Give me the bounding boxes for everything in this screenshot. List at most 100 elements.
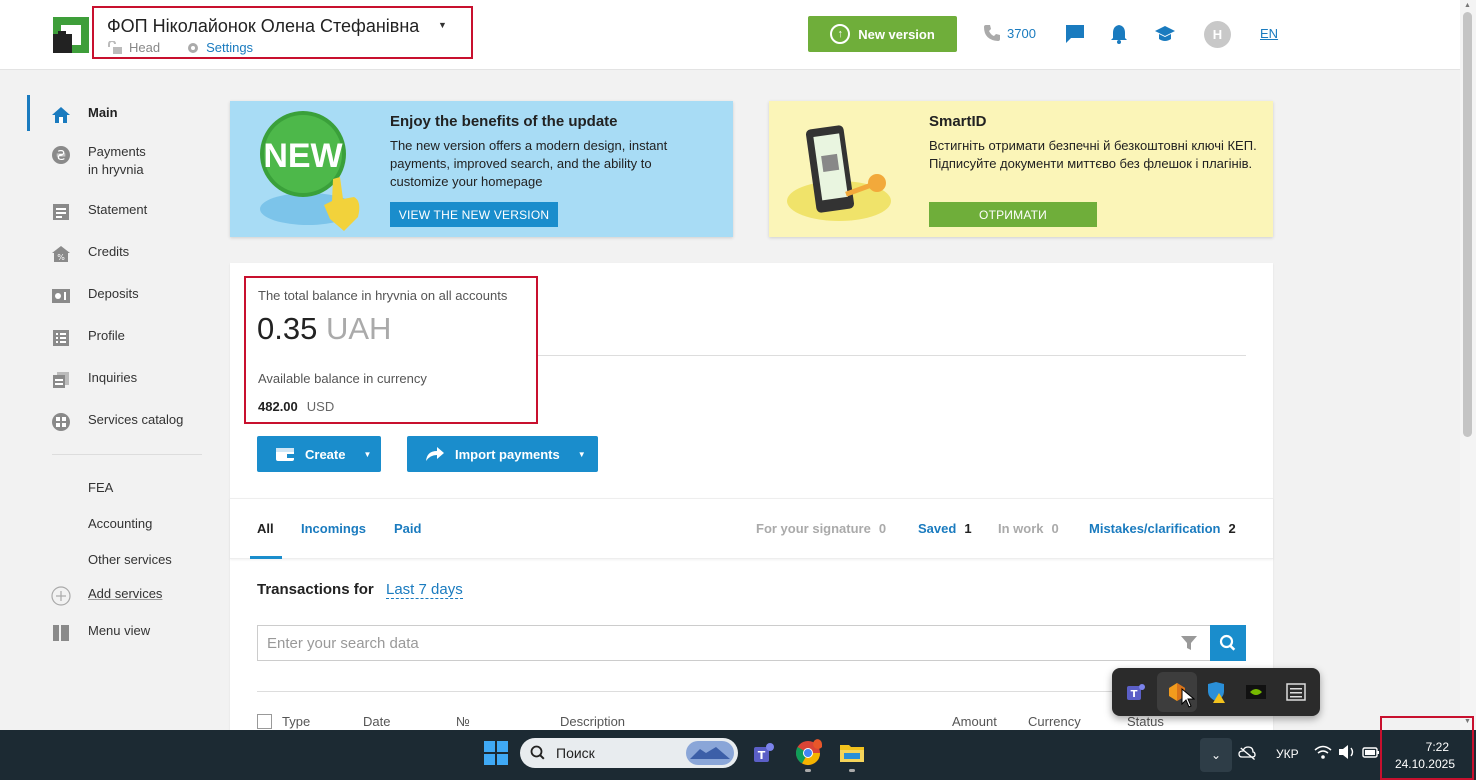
create-button[interactable]: Create ▼: [257, 436, 381, 472]
svg-text:%: %: [57, 253, 65, 262]
new-version-button[interactable]: ↑ New version: [808, 16, 957, 52]
user-role: Head: [129, 40, 161, 55]
filter-icon[interactable]: [1180, 634, 1198, 652]
hryvnia-icon: ₴: [51, 145, 71, 165]
sidebar-item-payments[interactable]: ₴ Payments in hryvnia: [27, 144, 146, 179]
sidebar-item-statement[interactable]: Statement: [27, 202, 147, 222]
available-balance-label: Available balance in currency: [258, 371, 427, 386]
statement-icon: [51, 202, 71, 222]
status-tab-for-signature[interactable]: For your signature 0: [756, 521, 886, 536]
add-services-button[interactable]: Add services: [27, 586, 162, 606]
company-selector[interactable]: ФОП Ніколайонок Олена Стефанівна ▼ Head …: [92, 6, 473, 59]
input-language-indicator[interactable]: УКР: [1276, 747, 1299, 761]
language-switch[interactable]: EN: [1260, 26, 1278, 41]
sidebar-item-inquiries[interactable]: Inquiries: [27, 370, 137, 390]
accounts-panel: The total balance in hryvnia on all acco…: [230, 263, 1273, 733]
sidebar-item-deposits[interactable]: Deposits: [27, 286, 139, 306]
menu-view-label: Menu view: [88, 623, 151, 638]
column-header-currency[interactable]: Currency: [1028, 714, 1081, 729]
search-button[interactable]: [1210, 625, 1246, 661]
sidebar-item-accounting[interactable]: Accounting: [88, 516, 152, 531]
table-divider: [257, 691, 1245, 692]
tab-paid[interactable]: Paid: [394, 521, 421, 536]
balance-summary: The total balance in hryvnia on all acco…: [244, 276, 538, 424]
svg-text:₴: ₴: [56, 149, 66, 164]
caret-down-icon[interactable]: ▼: [438, 20, 447, 30]
company-name[interactable]: ФОП Ніколайонок Олена Стефанівна: [107, 16, 419, 37]
status-tab-saved[interactable]: Saved 1: [918, 521, 972, 536]
teams-taskbar-icon[interactable]: T: [750, 739, 778, 767]
sidebar-item-profile[interactable]: Profile: [27, 328, 125, 348]
battery-icon[interactable]: [1362, 744, 1380, 760]
search-icon: [1219, 634, 1236, 651]
windows-start-icon[interactable]: [484, 741, 508, 765]
status-tab-mistakes[interactable]: Mistakes/clarification 2: [1089, 521, 1236, 536]
profile-icon: [51, 328, 71, 348]
column-header-amount[interactable]: Amount: [952, 714, 997, 729]
tab-all[interactable]: All: [257, 521, 274, 536]
import-payments-button[interactable]: Import payments ▼: [407, 436, 598, 472]
promo-new-version-card[interactable]: NEW Enjoy the benefits of the update The…: [230, 101, 733, 237]
show-hidden-icons-button[interactable]: ⌄: [1200, 738, 1232, 772]
menu-view-icon: [51, 623, 71, 643]
taskbar-search[interactable]: Поиск: [520, 738, 738, 768]
sidebar-item-label: Services catalog: [88, 412, 184, 427]
mouse-cursor-icon: [1181, 688, 1195, 708]
running-indicator: [849, 769, 855, 772]
keyboard-tray-icon[interactable]: [1284, 680, 1308, 704]
volume-icon[interactable]: [1338, 744, 1356, 760]
get-smartid-button[interactable]: ОТРИМАТИ: [929, 202, 1097, 227]
company-subline: Head Settings: [107, 40, 253, 55]
column-header-type[interactable]: Type: [282, 714, 310, 729]
select-all-checkbox[interactable]: [257, 714, 272, 729]
status-tab-in-work[interactable]: In work 0: [998, 521, 1059, 536]
menu-view-button[interactable]: Menu view: [27, 623, 150, 643]
active-tab-underline: [250, 556, 282, 559]
sidebar-divider: [52, 454, 202, 455]
scroll-up-arrow-icon[interactable]: ▲: [1464, 2, 1471, 9]
chrome-taskbar-icon[interactable]: [794, 739, 822, 767]
gear-icon[interactable]: [186, 41, 200, 55]
search-input[interactable]: [258, 626, 1158, 660]
column-header-number[interactable]: №: [456, 714, 470, 729]
user-avatar[interactable]: H: [1204, 21, 1231, 48]
column-header-description[interactable]: Description: [560, 714, 625, 729]
scroll-thumb[interactable]: [1463, 12, 1472, 437]
tab-incomings[interactable]: Incomings: [301, 521, 366, 536]
sidebar-item-main[interactable]: Main: [27, 105, 118, 125]
graduation-cap-icon[interactable]: [1154, 23, 1176, 45]
security-warning-tray-icon[interactable]: [1205, 680, 1229, 704]
svg-text:T: T: [1131, 689, 1138, 700]
file-explorer-taskbar-icon[interactable]: [838, 739, 866, 767]
sidebar-item-label: Credits: [88, 244, 130, 259]
promo-smartid-card[interactable]: SmartID Встигніть отримати безпечні й бе…: [769, 101, 1273, 237]
caret-down-icon: ▼: [577, 449, 586, 459]
sidebar-item-label: Inquiries: [88, 370, 138, 385]
teams-tray-icon[interactable]: T: [1124, 680, 1148, 704]
available-balance-value: 482.00: [258, 399, 298, 414]
sidebar-item-fea[interactable]: FEA: [88, 480, 113, 495]
sidebar-item-other-services[interactable]: Other services: [88, 552, 172, 567]
view-new-version-button[interactable]: VIEW THE NEW VERSION: [390, 202, 558, 227]
chat-icon[interactable]: [1064, 23, 1086, 45]
bell-icon[interactable]: [1108, 23, 1130, 45]
nvidia-tray-icon[interactable]: [1244, 680, 1268, 704]
column-header-status[interactable]: Status: [1127, 714, 1164, 729]
transactions-label: Transactions for: [257, 581, 374, 598]
page-scrollbar[interactable]: ▲ ▼: [1460, 0, 1476, 730]
create-label: Create: [305, 446, 346, 462]
sidebar-item-services-catalog[interactable]: Services catalog: [27, 412, 183, 432]
column-header-date[interactable]: Date: [363, 714, 390, 729]
balance-divider: [538, 355, 1246, 356]
clock-highlight[interactable]: 7:22 24.10.2025: [1380, 716, 1474, 780]
bank-logo-icon[interactable]: [53, 17, 89, 53]
phone-link[interactable]: 3700: [983, 24, 1036, 42]
share-arrow-icon: [426, 447, 444, 461]
running-indicator: [805, 769, 811, 772]
wifi-icon[interactable]: [1314, 744, 1332, 760]
sidebar-item-credits[interactable]: % Credits: [27, 244, 129, 264]
period-selector[interactable]: Last 7 days: [386, 581, 463, 599]
phone-number: 3700: [1007, 25, 1036, 41]
onedrive-offline-icon[interactable]: [1238, 744, 1256, 762]
settings-link[interactable]: Settings: [206, 40, 253, 55]
